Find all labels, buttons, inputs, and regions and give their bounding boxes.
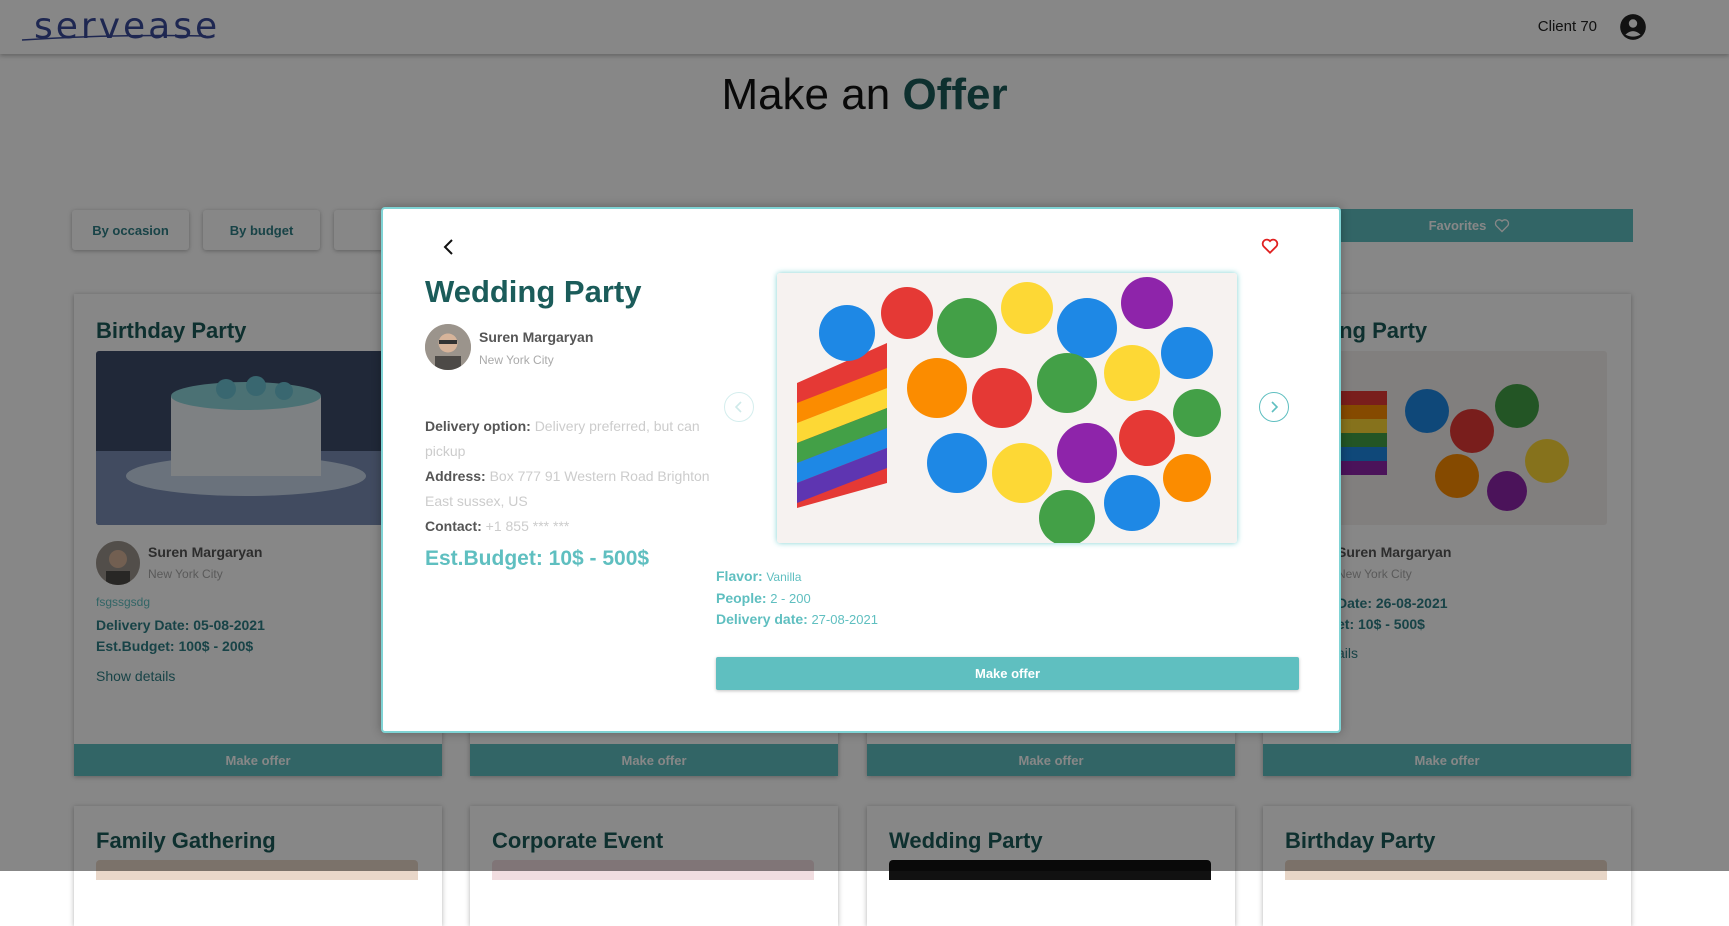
chevron-left-icon <box>734 401 742 413</box>
author-name: Suren Margaryan <box>479 329 594 345</box>
delivery-option-row: Delivery option: Delivery preferred, but… <box>425 414 725 464</box>
delivery-date-value: 27-08-2021 <box>811 612 878 627</box>
request-info: Delivery option: Delivery preferred, but… <box>425 414 725 539</box>
modal-make-offer-button[interactable]: Make offer <box>716 657 1299 690</box>
heart-icon[interactable] <box>1261 237 1279 255</box>
delivery-date-row: Delivery date: 27-08-2021 <box>716 609 878 630</box>
flavor-label: Flavor: <box>716 568 763 584</box>
rainbow-cake-image <box>777 273 1237 543</box>
avatar-image <box>425 324 471 370</box>
avatar <box>425 324 471 370</box>
flavor-value: Vanilla <box>766 570 802 584</box>
estimated-budget: Est.Budget: 10$ - 500$ <box>425 547 650 570</box>
carousel-image <box>777 273 1237 543</box>
carousel-next-button[interactable] <box>1259 392 1289 422</box>
address-label: Address: <box>425 468 486 484</box>
author-city: New York City <box>479 353 554 367</box>
people-label: People: <box>716 590 767 606</box>
cake-details: Flavor: Vanilla People: 2 - 200 Delivery… <box>716 566 878 630</box>
contact-row: Contact: +1 855 *** *** <box>425 514 725 539</box>
contact-label: Contact: <box>425 518 482 534</box>
contact-value: +1 855 *** *** <box>485 518 570 534</box>
modal-title: Wedding Party <box>425 274 642 309</box>
delivery-option-label: Delivery option: <box>425 418 531 434</box>
people-row: People: 2 - 200 <box>716 588 878 609</box>
address-row: Address: Box 777 91 Western Road Brighto… <box>425 464 725 514</box>
back-arrow-icon[interactable] <box>439 237 459 257</box>
delivery-date-label: Delivery date: <box>716 611 808 627</box>
flavor-row: Flavor: Vanilla <box>716 566 878 588</box>
carousel-prev-button[interactable] <box>724 392 754 422</box>
chevron-right-icon <box>1271 401 1279 413</box>
people-value: 2 - 200 <box>770 591 811 606</box>
offer-modal: Wedding Party Suren Margaryan New York C… <box>381 207 1341 733</box>
